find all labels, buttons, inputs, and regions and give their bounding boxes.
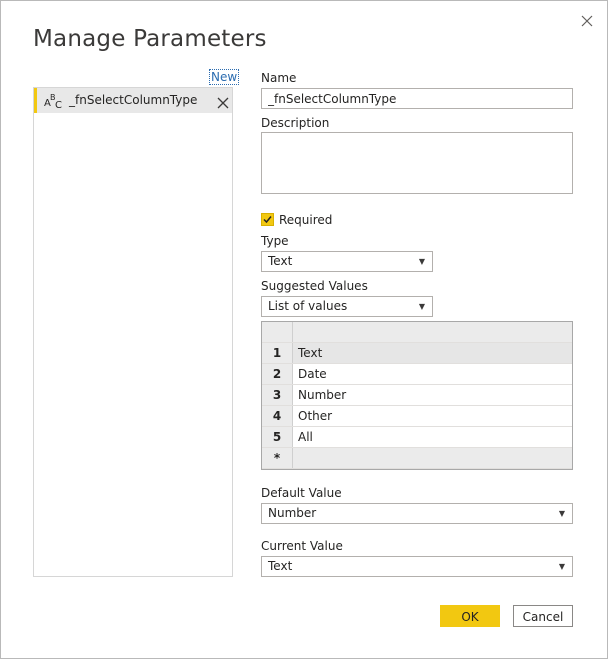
name-input[interactable] (261, 88, 573, 109)
chevron-down-icon: ▼ (558, 562, 565, 571)
type-label: Type (261, 234, 289, 248)
value-cell[interactable]: Other (298, 406, 332, 426)
suggested-values-select[interactable]: List of values ▼ (261, 296, 433, 317)
manage-parameters-dialog: Manage Parameters New A B C _fnSelectCol… (0, 0, 608, 659)
close-icon[interactable] (577, 11, 597, 31)
table-row[interactable]: 1 Text (262, 343, 572, 364)
table-row[interactable]: 3 Number (262, 385, 572, 406)
abc-text-type-icon: A B C (43, 92, 63, 111)
description-label: Description (261, 116, 330, 130)
cancel-button[interactable]: Cancel (513, 605, 573, 627)
current-value-select-value: Text (268, 559, 293, 573)
suggested-values-label: Suggested Values (261, 279, 368, 293)
new-parameter-link[interactable]: New (209, 69, 240, 85)
row-number: 3 (262, 385, 293, 405)
type-select-value: Text (268, 254, 293, 268)
remove-parameter-icon[interactable] (217, 94, 229, 109)
svg-text:C: C (55, 100, 62, 110)
row-number: 4 (262, 406, 293, 426)
parameter-list-item[interactable]: A B C _fnSelectColumnType (34, 88, 232, 113)
row-number: 2 (262, 364, 293, 384)
grid-header-row (262, 322, 572, 343)
parameter-list: A B C _fnSelectColumnType (33, 87, 233, 577)
grid-header-corner (262, 322, 293, 342)
table-row[interactable]: 5 All (262, 427, 572, 448)
name-label: Name (261, 71, 297, 85)
values-grid: 1 Text 2 Date 3 Number 4 Other 5 All * (261, 321, 573, 470)
value-cell[interactable]: Text (298, 343, 322, 363)
value-cell[interactable]: Date (298, 364, 327, 384)
value-cell[interactable]: Number (298, 385, 346, 405)
parameter-list-item-label: _fnSelectColumnType (69, 93, 198, 107)
table-row[interactable]: 4 Other (262, 406, 572, 427)
ok-button[interactable]: OK (440, 605, 500, 627)
table-row[interactable]: 2 Date (262, 364, 572, 385)
new-row[interactable]: * (262, 448, 572, 469)
default-value-label: Default Value (261, 486, 342, 500)
new-row-marker: * (262, 448, 293, 468)
row-number: 5 (262, 427, 293, 447)
chevron-down-icon: ▼ (418, 302, 425, 311)
current-value-select[interactable]: Text ▼ (261, 556, 573, 577)
required-label: Required (279, 213, 333, 227)
default-value-select-value: Number (268, 506, 317, 520)
chevron-down-icon: ▼ (418, 257, 425, 266)
current-value-label: Current Value (261, 539, 343, 553)
required-checkbox[interactable] (261, 213, 274, 226)
dialog-title: Manage Parameters (33, 26, 267, 52)
default-value-select[interactable]: Number ▼ (261, 503, 573, 524)
description-input[interactable] (261, 132, 573, 194)
checkmark-icon (263, 216, 272, 224)
type-select[interactable]: Text ▼ (261, 251, 433, 272)
chevron-down-icon: ▼ (558, 509, 565, 518)
row-number: 1 (262, 343, 293, 363)
suggested-values-select-value: List of values (268, 299, 348, 313)
value-cell[interactable]: All (298, 427, 313, 447)
